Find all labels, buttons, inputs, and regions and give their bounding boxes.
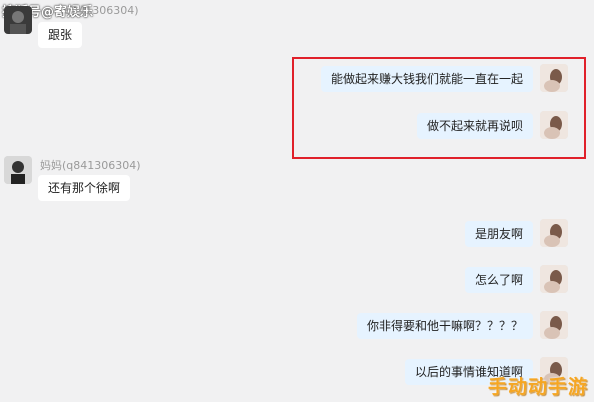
avatar: [540, 311, 568, 339]
message-bubble[interactable]: 你非得要和他干嘛啊？？？？: [356, 313, 533, 339]
message-bubble[interactable]: 是朋友啊: [464, 221, 533, 247]
message-bubble[interactable]: 做不起来就再说呗: [416, 113, 533, 139]
avatar: [4, 6, 32, 34]
avatar: [540, 64, 568, 92]
avatar: [4, 156, 32, 184]
avatar: [540, 265, 568, 293]
avatar: [540, 219, 568, 247]
avatar: [540, 111, 568, 139]
message-bubble[interactable]: 还有那个徐啊: [38, 175, 131, 201]
watermark-bottom: 手动动手游: [487, 376, 588, 398]
message-bubble[interactable]: 跟张: [38, 22, 83, 48]
sender-name: 妈妈(q841306304): [40, 159, 141, 172]
message-bubble[interactable]: 能做起来赚大钱我们就能一直在一起: [320, 66, 533, 92]
message-bubble[interactable]: 怎么了啊: [464, 267, 533, 293]
sender-name: (q841306304): [60, 4, 139, 17]
